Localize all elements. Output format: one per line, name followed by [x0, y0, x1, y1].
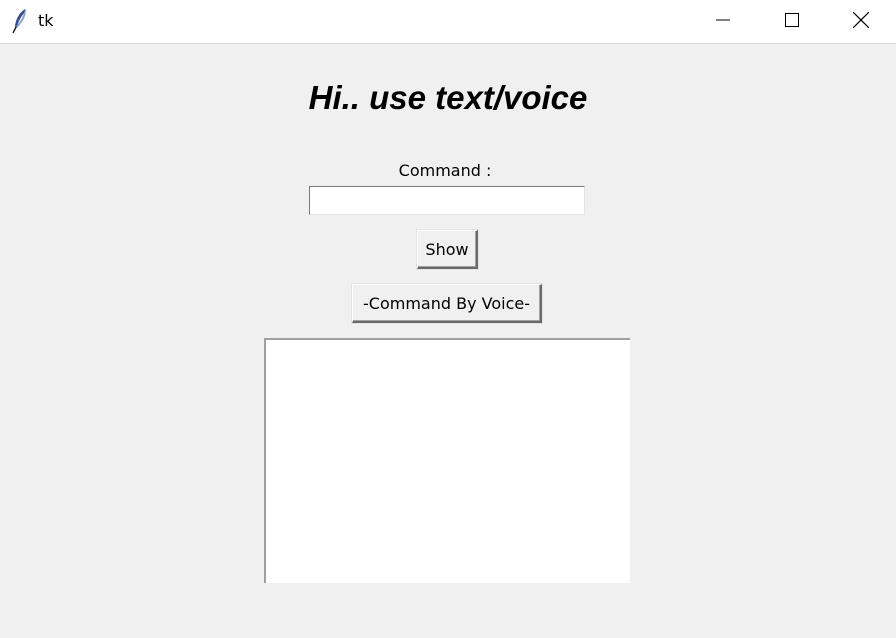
command-input[interactable]	[309, 186, 585, 215]
page-heading: Hi.. use text/voice	[308, 79, 588, 116]
tk-feather-icon	[11, 8, 29, 34]
minimize-button[interactable]	[700, 0, 746, 43]
output-textbox[interactable]	[264, 338, 630, 583]
close-button[interactable]	[838, 0, 884, 43]
app-window: tk Hi.. use text/voice Command : Show -C…	[0, 0, 896, 638]
maximize-icon	[785, 12, 799, 31]
maximize-button[interactable]	[769, 0, 815, 43]
command-label: Command :	[398, 161, 492, 180]
minimize-icon	[716, 12, 730, 31]
window-title: tk	[38, 11, 54, 30]
close-icon	[852, 11, 870, 32]
show-button[interactable]: Show	[417, 230, 478, 269]
command-by-voice-button[interactable]: -Command By Voice-	[352, 284, 542, 323]
title-bar[interactable]: tk	[0, 0, 896, 44]
